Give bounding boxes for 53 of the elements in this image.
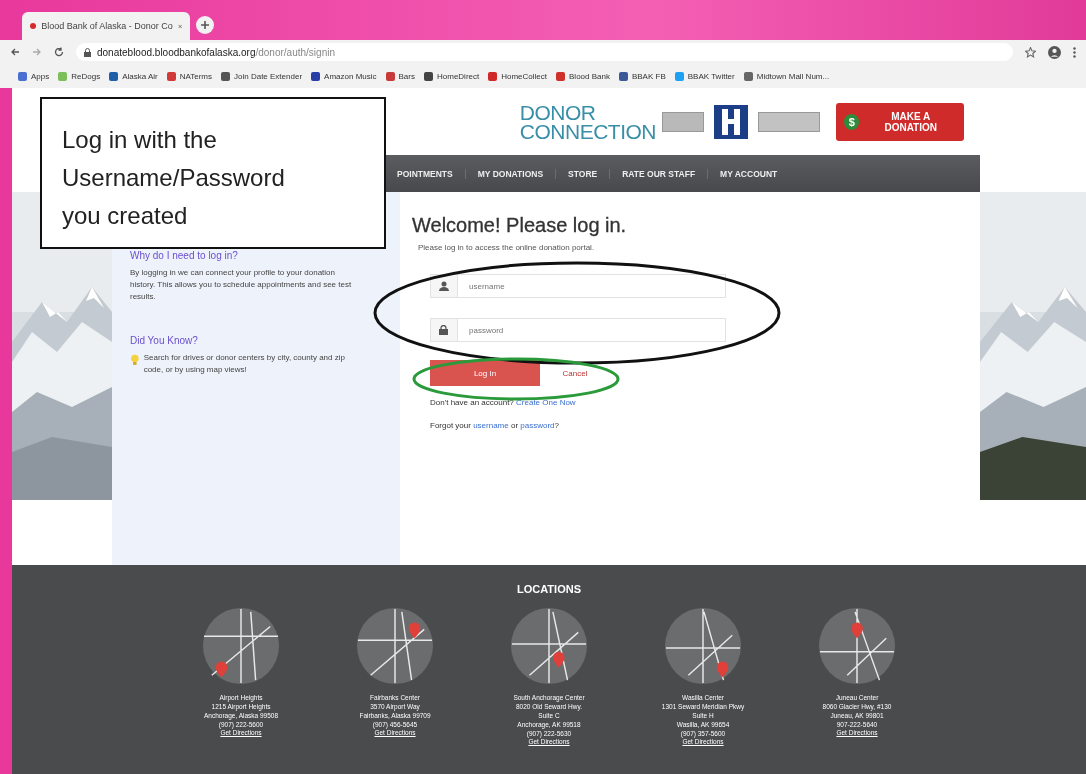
profile-icon[interactable] xyxy=(1048,45,1061,59)
bookmark[interactable]: Blood Bank xyxy=(556,71,610,81)
hospital-logo-icon xyxy=(714,104,748,139)
bookmark[interactable]: NATerms xyxy=(166,71,212,81)
dollar-icon: $ xyxy=(844,113,860,130)
bookmark[interactable]: HomeDirect xyxy=(424,71,480,81)
forgot-prompt: Forgot your xyxy=(430,421,471,430)
bookmark[interactable]: Amazon Music xyxy=(311,71,377,81)
user-icon xyxy=(439,281,449,291)
reload-icon[interactable] xyxy=(54,47,64,57)
plus-icon xyxy=(200,20,210,30)
make-donation-button[interactable]: $ MAKE A DONATION xyxy=(836,102,964,141)
bookmark[interactable]: ReDogs xyxy=(58,71,101,81)
back-icon[interactable] xyxy=(10,47,20,57)
menu-icon[interactable] xyxy=(1073,46,1076,58)
star-icon[interactable] xyxy=(1025,46,1036,58)
browser-tab[interactable]: Blood Bank of Alaska - Donor Co xyxy=(22,12,190,40)
info-text: By logging in we can connect your profile to your donation history. This allows you to schedule appointments and see test results. xyxy=(130,267,353,303)
username-field[interactable]: username xyxy=(430,274,726,298)
lock-icon xyxy=(439,325,449,335)
nav-item[interactable]: MY ACCOUNT xyxy=(707,168,790,179)
nav-item[interactable]: MY DONATIONS xyxy=(464,168,556,179)
bookmark[interactable]: HomeCollect xyxy=(488,71,547,81)
password-link[interactable]: password xyxy=(520,421,555,430)
bookmark[interactable]: BBAK FB xyxy=(618,71,666,81)
nav-item[interactable]: POINTMENTS xyxy=(397,168,465,179)
annotation-callout: Log in with the Username/Password you created xyxy=(40,97,386,249)
donor-connection-logo[interactable]: DONOR CONNECTION xyxy=(519,102,704,141)
page-subtitle: Please log in to access the online donation portal. xyxy=(418,243,596,252)
username-link[interactable]: username xyxy=(473,421,509,430)
create-account-link[interactable]: Create One Now xyxy=(516,398,576,407)
password-field[interactable]: password xyxy=(430,318,726,342)
section-heading: Why do I need to log in? xyxy=(130,250,239,261)
signup-prompt: Don't have an account? xyxy=(430,398,514,407)
or-text: or xyxy=(510,421,519,430)
bookmark[interactable]: Midtown Mall Num... xyxy=(743,71,830,81)
bookmark[interactable]: BBAK Twitter xyxy=(674,71,735,81)
nav-item[interactable]: STORE xyxy=(555,168,610,179)
address-bar[interactable]: donateblood.bloodbankofalaska.org/donor/auth/signin xyxy=(76,43,1013,61)
lightbulb-icon xyxy=(130,352,140,368)
nav-item[interactable]: RATE OUR STAFF xyxy=(609,168,708,179)
page-title: Welcome! Please log in. xyxy=(412,214,628,237)
footer-title: LOCATIONS xyxy=(517,583,581,595)
section-heading: Did You Know? xyxy=(130,335,199,346)
tip-text: Search for drives or donor centers by city, county and zip code, or by using map views! xyxy=(143,352,346,376)
question-mark: ? xyxy=(554,421,559,430)
new-tab-button[interactable] xyxy=(196,16,214,34)
bookmark[interactable]: Apps xyxy=(18,71,50,81)
tab-title: Blood Bank of Alaska - Donor Co xyxy=(41,21,173,31)
bookmark[interactable]: Alaska Air xyxy=(109,71,158,81)
bookmark[interactable]: Bars xyxy=(385,71,415,81)
bookmark[interactable]: Join Date Extender xyxy=(221,71,303,81)
partner-badge xyxy=(758,111,820,132)
